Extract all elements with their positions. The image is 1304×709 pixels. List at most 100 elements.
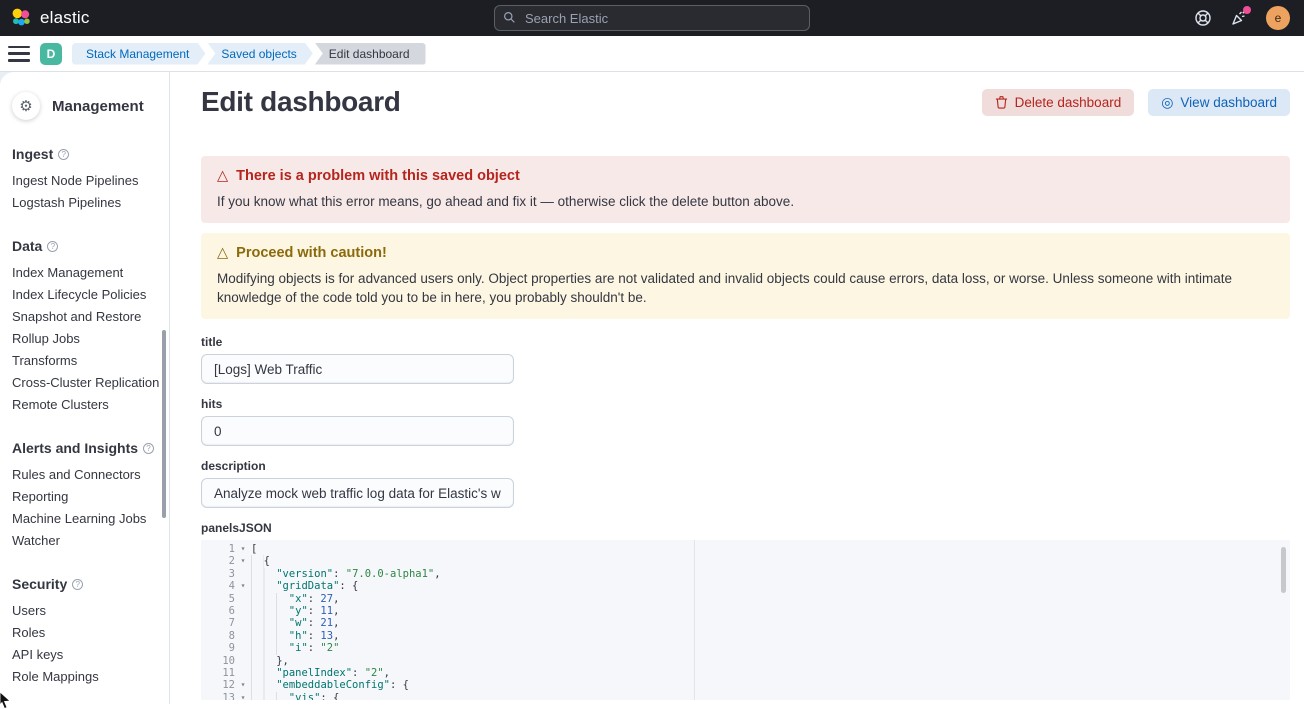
title-label: title [201, 335, 1290, 349]
sidebar-item-roles[interactable]: Roles [12, 622, 169, 644]
sidebar-item-rollup-jobs[interactable]: Rollup Jobs [12, 328, 169, 350]
mouse-cursor [0, 691, 13, 709]
top-navigation-bar: elastic [0, 0, 1304, 36]
line-number: 9 [201, 642, 235, 654]
indent-guides [251, 692, 289, 700]
line-number: 13 [201, 692, 235, 700]
hits-input[interactable] [201, 416, 514, 446]
code-token: , [333, 617, 339, 629]
breadcrumb: Stack ManagementSaved objectsEdit dashbo… [72, 43, 428, 65]
question-circle-icon: ? [72, 579, 83, 590]
code-token: "y" [289, 605, 308, 617]
code-line: 9"i": "2" [201, 642, 1290, 654]
question-circle-icon: ? [143, 443, 154, 454]
sidebar-item-reporting[interactable]: Reporting [12, 486, 169, 508]
fold-arrow-icon[interactable]: ▾ [235, 580, 251, 592]
help-icon[interactable] [1194, 9, 1212, 27]
json-code-editor[interactable]: 1▾[2▾{3"version": "7.0.0-alpha1",4▾"grid… [201, 540, 1290, 700]
caution-callout-body: Modifying objects is for advanced users … [217, 269, 1274, 307]
sidebar-section-heading: Ingest? [12, 146, 169, 162]
code-token: , [333, 593, 339, 605]
code-line: 4▾"gridData": { [201, 580, 1290, 592]
error-callout-body: If you know what this error means, go ah… [217, 192, 1274, 211]
code-token: "w" [289, 617, 308, 629]
indent-guides [251, 630, 289, 642]
fold-arrow-icon[interactable]: ▾ [235, 679, 251, 691]
sidebar-item-watcher[interactable]: Watcher [12, 530, 169, 552]
warning-triangle-icon: △︎ [217, 245, 228, 261]
space-avatar[interactable]: D [40, 43, 62, 65]
brand-name: elastic [40, 8, 90, 28]
view-dashboard-button[interactable]: ◎ View dashboard [1148, 89, 1290, 116]
breadcrumb-bar: D Stack ManagementSaved objectsEdit dash… [0, 36, 1304, 72]
sidebar-scrollbar[interactable] [162, 330, 166, 518]
sidebar-item-index-management[interactable]: Index Management [12, 262, 169, 284]
sidebar-item-users[interactable]: Users [12, 600, 169, 622]
code-token: 11 [320, 605, 333, 617]
fold-gutter [235, 630, 251, 642]
sidebar-item-ingest-node-pipelines[interactable]: Ingest Node Pipelines [12, 170, 169, 192]
indent-guides [251, 667, 276, 679]
code-line: 1▾[ [201, 543, 1290, 555]
title-input[interactable] [201, 354, 514, 384]
search-input[interactable] [494, 5, 810, 31]
fold-arrow-icon[interactable]: ▾ [235, 692, 251, 700]
code-token: "i" [289, 642, 308, 654]
fold-arrow-icon[interactable]: ▾ [235, 543, 251, 555]
sidebar-section: Security? UsersRolesAPI keysRole Mappings [12, 576, 169, 688]
sidebar-item-snapshot-and-restore[interactable]: Snapshot and Restore [12, 306, 169, 328]
fold-gutter [235, 605, 251, 617]
sidebar-item-index-lifecycle-policies[interactable]: Index Lifecycle Policies [12, 284, 169, 306]
eye-icon: ◎ [1161, 95, 1173, 109]
sidebar-item-logstash-pipelines[interactable]: Logstash Pipelines [12, 192, 169, 214]
sidebar-section-heading: Security? [12, 576, 169, 592]
menu-icon[interactable] [8, 46, 30, 62]
fold-arrow-icon[interactable]: ▾ [235, 555, 251, 567]
hits-field: hits [201, 397, 1290, 446]
page-title: Edit dashboard [201, 86, 401, 118]
code-token: "embeddableConfig" [276, 679, 390, 691]
code-token: "version" [276, 568, 333, 580]
sidebar-heading-label: Data [12, 238, 42, 254]
code-token: : [333, 568, 346, 580]
line-number: 4 [201, 580, 235, 592]
code-line: 8"h": 13, [201, 630, 1290, 642]
fold-gutter [235, 642, 251, 654]
sidebar-heading-label: Ingest [12, 146, 53, 162]
sidebar-heading-label: Alerts and Insights [12, 440, 138, 456]
code-token: 27 [320, 593, 333, 605]
sidebar-item-cross-cluster-replication[interactable]: Cross-Cluster Replication [12, 372, 169, 394]
code-token: , [434, 568, 440, 580]
indent-guides [251, 580, 276, 592]
line-number: 6 [201, 605, 235, 617]
fold-gutter [235, 667, 251, 679]
delete-dashboard-button[interactable]: Delete dashboard [982, 89, 1135, 116]
breadcrumb-item[interactable]: Stack Management [72, 43, 205, 65]
breadcrumb-item[interactable]: Edit dashboard [315, 43, 426, 65]
code-token: : { [320, 692, 339, 700]
sidebar-item-remote-clusters[interactable]: Remote Clusters [12, 394, 169, 416]
line-number: 5 [201, 593, 235, 605]
user-avatar[interactable]: e [1266, 6, 1290, 30]
indent-guides [251, 617, 289, 629]
code-token: : [308, 642, 321, 654]
code-token: "panelIndex" [276, 667, 352, 679]
sidebar-item-api-keys[interactable]: API keys [12, 644, 169, 666]
code-token: "h" [289, 630, 308, 642]
newsfeed-icon[interactable] [1230, 9, 1248, 27]
sidebar-section: Ingest? Ingest Node PipelinesLogstash Pip… [12, 146, 169, 214]
fold-gutter [235, 655, 251, 667]
editor-scrollbar[interactable] [1281, 547, 1286, 593]
breadcrumb-item[interactable]: Saved objects [207, 43, 312, 65]
notification-dot [1243, 6, 1251, 14]
code-line: 10}, [201, 655, 1290, 667]
code-line: 3"version": "7.0.0-alpha1", [201, 568, 1290, 580]
sidebar-item-machine-learning-jobs[interactable]: Machine Learning Jobs [12, 508, 169, 530]
elastic-logo[interactable]: elastic [10, 7, 90, 29]
description-input[interactable] [201, 478, 514, 508]
code-token: "2" [365, 667, 384, 679]
sidebar-item-rules-and-connectors[interactable]: Rules and Connectors [12, 464, 169, 486]
sidebar-item-role-mappings[interactable]: Role Mappings [12, 666, 169, 688]
sidebar-item-transforms[interactable]: Transforms [12, 350, 169, 372]
main-content: Edit dashboard Delete dashboard ◎ View d… [170, 72, 1304, 704]
